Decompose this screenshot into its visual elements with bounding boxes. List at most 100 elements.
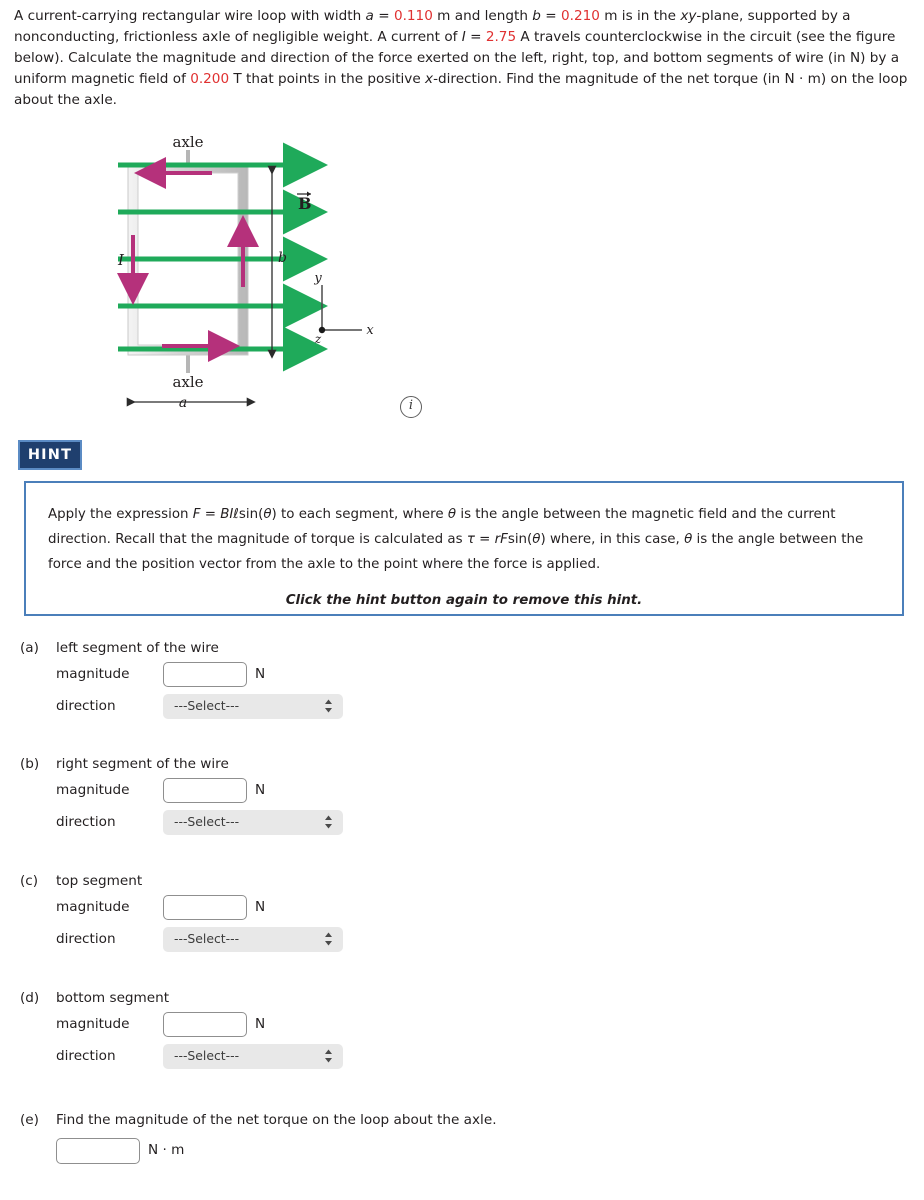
axis-x-label: x: [366, 323, 374, 338]
circuit-figure: b a I B axle axle y x z: [100, 125, 440, 425]
info-icon[interactable]: i: [400, 396, 422, 418]
magnitude-row: magnitude N: [0, 895, 520, 927]
magnitude-row: magnitude N: [0, 662, 520, 694]
direction-select[interactable]: ---Select---: [163, 1044, 343, 1069]
magnitude-input[interactable]: [163, 662, 247, 687]
magnitude-input[interactable]: [163, 778, 247, 803]
text-run: x: [425, 71, 434, 87]
magnitude-unit: N: [255, 1016, 266, 1032]
chevron-updown-icon: [325, 699, 332, 713]
text-run: θ: [447, 507, 457, 522]
magnitude-input[interactable]: [163, 895, 247, 920]
direction-select[interactable]: ---Select---: [163, 927, 343, 952]
direction-label: direction: [56, 1048, 116, 1064]
chevron-updown-icon: [325, 815, 332, 829]
axle-bottom-label: axle: [172, 373, 203, 391]
direction-row: direction ---Select---: [0, 694, 520, 726]
part-title: left segment of the wire: [56, 640, 219, 656]
text-run: =: [540, 8, 561, 24]
magnitude-unit: N: [255, 899, 266, 915]
direction-select[interactable]: ---Select---: [163, 694, 343, 719]
direction-select-value: ---Select---: [174, 814, 240, 829]
part-header: (e) Find the magnitude of the net torque…: [0, 1112, 520, 1134]
part-title: bottom segment: [56, 990, 170, 1006]
coordinate-axes: y x z: [313, 271, 374, 346]
field-label-text: B: [298, 194, 312, 213]
text-run: rF: [494, 532, 508, 547]
axis-y-label: y: [313, 271, 322, 286]
text-run: m is in the: [599, 8, 681, 24]
part-c: (c) top segment magnitude N direction --…: [0, 873, 520, 959]
text-run: m and length: [432, 8, 533, 24]
text-run: θ: [263, 507, 272, 522]
magnitude-label: magnitude: [56, 666, 130, 682]
problem-text: A current-carrying rectangular wire loop…: [14, 8, 907, 108]
net-torque-input[interactable]: [56, 1138, 140, 1164]
direction-label: direction: [56, 698, 116, 714]
field-vector-label: B: [297, 191, 312, 213]
direction-select[interactable]: ---Select---: [163, 810, 343, 835]
text-run: 0.200: [190, 71, 230, 87]
text-run: 2.75: [485, 29, 517, 45]
text-run: τ: [466, 532, 475, 547]
hint-footer: Click the hint button again to remove th…: [285, 593, 643, 608]
part-letter: (a): [20, 640, 39, 656]
part-a: (a) left segment of the wire magnitude N…: [0, 640, 520, 726]
magnitude-unit: N: [255, 666, 266, 682]
chevron-updown-icon: [325, 932, 332, 946]
text-run: 0.110: [393, 8, 433, 24]
part-letter: (b): [20, 756, 40, 772]
text-run: T that points in the positive: [229, 71, 426, 87]
direction-label: direction: [56, 814, 116, 830]
part-title: right segment of the wire: [56, 756, 229, 772]
text-run: a: [365, 8, 374, 24]
axle-top-label: axle: [172, 133, 203, 151]
text-run: sin(: [238, 507, 264, 522]
magnitude-label: magnitude: [56, 782, 130, 798]
part-header: (b) right segment of the wire: [0, 756, 520, 778]
direction-row: direction ---Select---: [0, 1044, 520, 1076]
direction-select-value: ---Select---: [174, 698, 240, 713]
magnitude-label: magnitude: [56, 899, 130, 915]
text-run: =: [373, 8, 394, 24]
problem-statement: A current-carrying rectangular wire loop…: [14, 6, 914, 111]
text-run: =: [465, 29, 486, 45]
part-letter: (d): [20, 990, 40, 1006]
text-run: b: [532, 8, 541, 24]
axis-z-label: z: [314, 332, 322, 346]
text-run: ) to each segment, where: [271, 507, 448, 522]
text-run: =: [200, 507, 221, 522]
direction-row: direction ---Select---: [0, 927, 520, 959]
magnitude-input[interactable]: [163, 1012, 247, 1037]
magnitude-row: magnitude N: [0, 1012, 520, 1044]
text-run: 0.210: [560, 8, 600, 24]
text-run: sin(: [507, 532, 533, 547]
current-label: I: [117, 251, 125, 269]
text-run: =: [474, 532, 495, 547]
hint-button[interactable]: HINT: [18, 440, 82, 470]
net-torque-unit: N · m: [148, 1142, 185, 1158]
text-run: xy: [680, 8, 697, 24]
part-letter: (c): [20, 873, 39, 889]
direction-label: direction: [56, 931, 116, 947]
chevron-updown-icon: [325, 1049, 332, 1063]
part-header: (a) left segment of the wire: [0, 640, 520, 662]
direction-select-value: ---Select---: [174, 931, 240, 946]
part-letter: (e): [20, 1112, 39, 1128]
hint-box: Apply the expression F = BIℓsin(θ) to ea…: [24, 481, 904, 616]
part-d: (d) bottom segment magnitude N direction…: [0, 990, 520, 1076]
text-run: ) where, in this case,: [540, 532, 685, 547]
part-title: Find the magnitude of the net torque on …: [56, 1112, 497, 1128]
dimension-b-label: b: [278, 250, 287, 266]
text-run: Apply the expression: [48, 507, 193, 522]
part-b: (b) right segment of the wire magnitude …: [0, 756, 520, 842]
direction-select-value: ---Select---: [174, 1048, 240, 1063]
hint-text: Apply the expression F = BIℓsin(θ) to ea…: [48, 502, 868, 577]
magnitude-label: magnitude: [56, 1016, 130, 1032]
text-run: A current-carrying rectangular wire loop…: [14, 8, 366, 24]
text-run: BIℓ: [220, 507, 239, 522]
part-title: top segment: [56, 873, 143, 889]
direction-row: direction ---Select---: [0, 810, 520, 842]
dimension-a-label: a: [179, 395, 187, 411]
part-header: (c) top segment: [0, 873, 520, 895]
